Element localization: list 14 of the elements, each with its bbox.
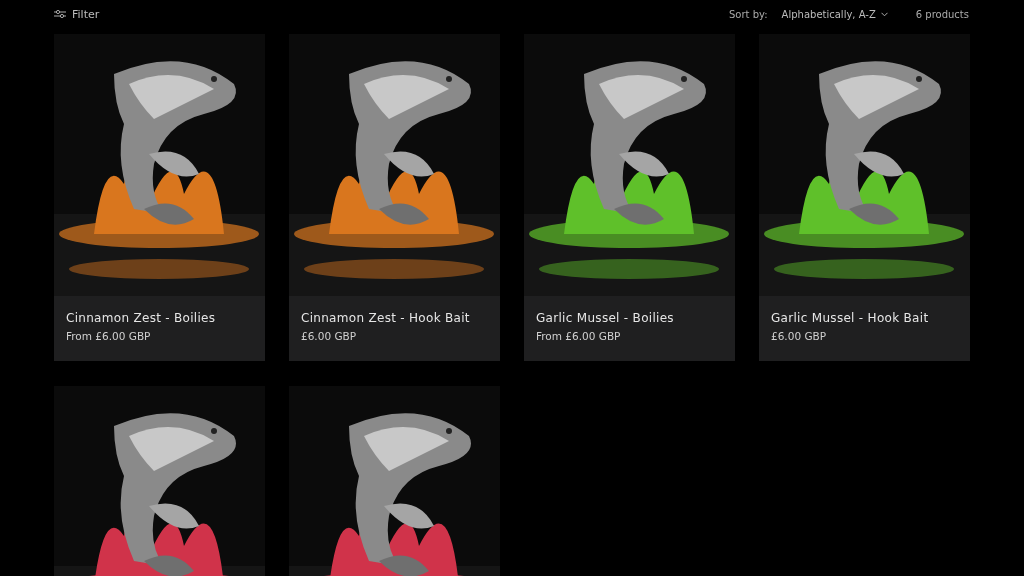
sliders-icon (54, 9, 66, 19)
filter-button[interactable]: Filter (54, 7, 100, 21)
chevron-down-icon (880, 11, 888, 17)
sort-dropdown[interactable]: Alphabetically, A-Z (775, 8, 888, 20)
product-title[interactable]: Cinnamon Zest - Boilies (66, 311, 253, 325)
product-price: £6.00 GBP (771, 330, 828, 342)
product-price: From £6.00 GBP (536, 330, 622, 342)
product-count: 6 products (915, 8, 969, 20)
sort-label: Sort by: (729, 8, 768, 20)
product-title[interactable]: Garlic Mussel - Boilies (536, 311, 723, 325)
product-price: £6.00 GBP (301, 330, 358, 342)
product-title[interactable]: Garlic Mussel - Hook Bait (771, 311, 958, 325)
product-price: From £6.00 GBP (66, 330, 152, 342)
product-title[interactable]: Cinnamon Zest - Hook Bait (301, 311, 488, 325)
